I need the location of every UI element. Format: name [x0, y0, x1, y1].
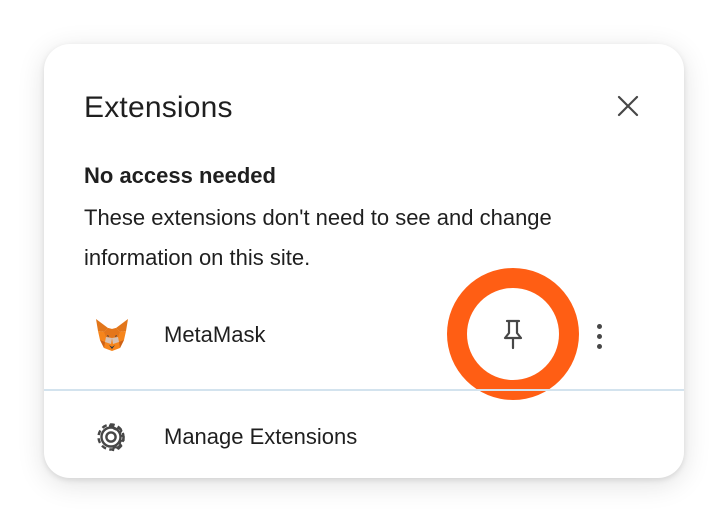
manage-extensions-label: Manage Extensions	[164, 424, 358, 449]
gear-icon	[97, 423, 125, 452]
extensions-popup: Extensions No access needed These extens…	[44, 44, 684, 478]
more-vertical-icon-dot	[596, 323, 602, 329]
extension-row-metamask[interactable]: MetaMask	[44, 268, 684, 400]
metamask-fox-icon	[96, 319, 128, 351]
more-vertical-icon-dot	[596, 343, 602, 349]
manage-extensions-button[interactable]: Manage Extensions	[44, 406, 684, 466]
section-description: These extensions don't need to see and c…	[84, 205, 552, 270]
extension-name: MetaMask	[164, 322, 266, 347]
screen: Extensions No access needed These extens…	[0, 0, 728, 524]
pin-icon	[503, 319, 523, 350]
popup-title: Extensions	[84, 91, 233, 124]
more-options-button[interactable]	[584, 318, 614, 354]
pin-button[interactable]	[467, 288, 559, 380]
pin-highlight-circle	[447, 268, 579, 400]
close-icon	[617, 95, 639, 117]
close-button[interactable]	[612, 90, 644, 122]
section-heading: No access needed	[84, 163, 276, 188]
more-vertical-icon-dot	[596, 333, 602, 339]
divider	[44, 389, 684, 391]
